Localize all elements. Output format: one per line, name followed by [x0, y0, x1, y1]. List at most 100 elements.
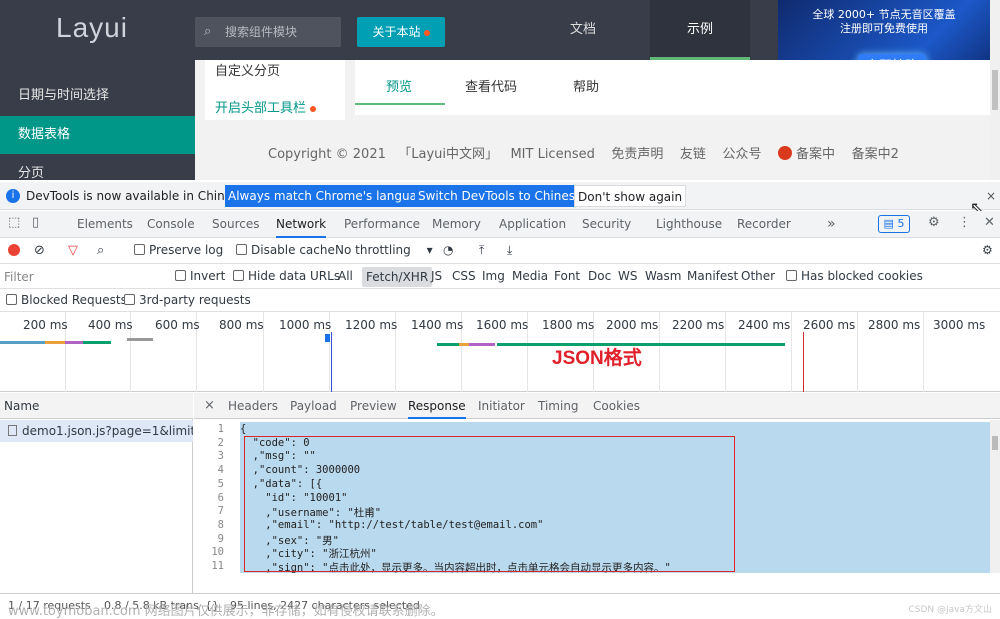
line-number: 2 [218, 437, 224, 449]
filter-type-js[interactable]: JS [431, 269, 442, 283]
filter-type-all[interactable]: All [338, 269, 353, 283]
preserve-log-checkbox[interactable]: Preserve log [134, 243, 223, 257]
filter-type-font[interactable]: Font [554, 269, 580, 283]
device-toggle-icon[interactable]: ▯ [32, 215, 39, 230]
chevron-down-icon: ▾ [427, 243, 433, 257]
network-overview[interactable]: 200 ms 400 ms 600 ms 800 ms 1000 ms 1200… [0, 312, 1000, 392]
filter-type-fetch[interactable]: Fetch/XHR [362, 267, 432, 287]
dont-show-button[interactable]: Don't show again [574, 185, 686, 207]
hide-data-urls-checkbox[interactable]: Hide data URLs [233, 269, 340, 283]
submenu-custom-paging[interactable]: 自定义分页 [215, 60, 280, 79]
filter-type-doc[interactable]: Doc [588, 269, 611, 283]
about-button[interactable]: 关于本站 [357, 17, 445, 47]
filter-type-media[interactable]: Media [512, 269, 548, 283]
filter-input[interactable]: Filter [4, 268, 162, 286]
nav-docs[interactable]: 文档 [540, 0, 626, 60]
footer-icp-2[interactable]: 备案中2 [852, 147, 899, 162]
record-icon[interactable] [8, 244, 20, 256]
footer-links[interactable]: 友链 [680, 147, 706, 162]
name-column-header[interactable]: Name [0, 393, 193, 419]
switch-chinese-button[interactable]: Switch DevTools to Chinese [415, 185, 585, 207]
tab-application[interactable]: Application [499, 211, 566, 238]
sidebar-item-datetime[interactable]: 日期与时间选择 [0, 77, 195, 115]
tab-response[interactable]: Response [408, 393, 466, 419]
tick-label: 2800 ms [868, 318, 920, 332]
issues-badge[interactable]: ▤ 5 [878, 215, 910, 233]
sidebar-item-table[interactable]: 数据表格 [0, 116, 195, 154]
network-settings-icon[interactable]: ⚙ [982, 243, 993, 257]
tab-elements[interactable]: Elements [77, 211, 133, 238]
throttling-select[interactable]: No throttling ▾ [335, 243, 433, 257]
tab-recorder[interactable]: Recorder [737, 211, 791, 238]
watermark-text: www.toymoban.com 网络图片仅供展示，非存储，如有侵权请联系删除。 [8, 600, 444, 619]
scrollbar-thumb[interactable] [992, 436, 998, 450]
submenu-toolbar[interactable]: 开启头部工具栏 [215, 97, 316, 116]
footer-wechat[interactable]: 公众号 [722, 147, 761, 162]
third-party-checkbox[interactable]: 3rd-party requests [124, 293, 251, 307]
footer-disclaimer[interactable]: 免责声明 [611, 147, 663, 162]
filter-icon[interactable]: ▽ [68, 243, 78, 258]
tab-cookies[interactable]: Cookies [593, 393, 640, 419]
response-tabbar: × Headers Payload Preview Response Initi… [194, 393, 1000, 419]
filter-type-css[interactable]: CSS [452, 269, 476, 283]
filter-type-ws[interactable]: WS [618, 269, 637, 283]
blocked-requests-checkbox[interactable]: Blocked Requests [6, 293, 127, 307]
filter-type-other[interactable]: Other [741, 269, 775, 283]
tab-payload[interactable]: Payload [290, 393, 337, 419]
tab-lighthouse[interactable]: Lighthouse [656, 211, 722, 238]
close-panel-icon[interactable]: × [204, 393, 215, 419]
tab-memory[interactable]: Memory [432, 211, 481, 238]
submenu: 自定义分页 开启头部工具栏 [205, 60, 345, 120]
disable-cache-checkbox[interactable]: Disable cache [236, 243, 335, 257]
tick-label: 2000 ms [606, 318, 658, 332]
wifi-icon[interactable]: ◔ [443, 243, 453, 257]
checkbox-icon [134, 244, 145, 255]
search-network-icon[interactable]: ⌕ [97, 243, 104, 258]
blocked-cookies-checkbox[interactable]: Has blocked cookies [786, 269, 923, 283]
code-line: { [240, 423, 246, 435]
file-icon [8, 425, 17, 436]
checkbox-icon [786, 270, 797, 281]
devtools-close-icon[interactable]: ✕ [984, 215, 995, 230]
tab-preview[interactable]: 预览 [386, 76, 412, 95]
settings-gear-icon[interactable]: ⚙ [928, 215, 940, 230]
tab-sources[interactable]: Sources [212, 211, 259, 238]
tab-view-code[interactable]: 查看代码 [465, 76, 517, 95]
tab-performance[interactable]: Performance [344, 211, 420, 238]
site-search-input[interactable]: ⌕ 搜索组件模块 [195, 17, 341, 47]
filter-type-manifest[interactable]: Manifest [687, 269, 738, 283]
upload-icon[interactable]: ⤒ [479, 243, 484, 258]
devtools-tabbar: ⬚ ▯ Elements Console Sources Network Per… [0, 211, 1000, 238]
more-tabs-icon[interactable]: » [827, 211, 836, 238]
page-scrollbar[interactable] [990, 0, 1000, 180]
kebab-menu-icon[interactable]: ⋮ [958, 215, 971, 230]
tab-console[interactable]: Console [147, 211, 195, 238]
ad-line1: 全球 2000+ 节点无音区覆盖 [778, 8, 990, 22]
scrollbar-thumb[interactable] [992, 70, 998, 110]
site-logo[interactable]: Layui [56, 12, 128, 44]
footer-link-layui[interactable]: 「Layui中文网」 [398, 147, 498, 162]
footer-license[interactable]: MIT Licensed [510, 147, 594, 162]
invert-checkbox[interactable]: Invert [175, 269, 225, 283]
clear-icon[interactable]: ⊘ [34, 243, 45, 258]
tab-headers[interactable]: Headers [228, 393, 278, 419]
tab-security[interactable]: Security [582, 211, 631, 238]
filter-type-img[interactable]: Img [482, 269, 505, 283]
nav-examples[interactable]: 示例 [650, 0, 750, 60]
json-annotation: JSON格式 [552, 343, 642, 370]
filter-type-wasm[interactable]: Wasm [645, 269, 681, 283]
download-icon[interactable]: ⤓ [507, 243, 512, 258]
tab-network[interactable]: Network [276, 211, 326, 238]
tab-timing[interactable]: Timing [538, 393, 579, 419]
tick-label: 800 ms [219, 318, 264, 332]
inspect-icon[interactable]: ⬚ [8, 215, 20, 230]
tab-help[interactable]: 帮助 [573, 76, 599, 95]
code-scrollbar[interactable] [990, 420, 1000, 573]
tab-preview-response[interactable]: Preview [350, 393, 397, 419]
close-icon[interactable]: × [986, 182, 996, 210]
sidebar: 日期与时间选择 数据表格 分页 [0, 60, 195, 180]
request-row[interactable]: demo1.json.js?page=1&limit... [0, 420, 193, 442]
match-language-button[interactable]: Always match Chrome's language [225, 185, 435, 207]
footer-icp-1[interactable]: 备案中 [796, 147, 835, 162]
tab-initiator[interactable]: Initiator [478, 393, 525, 419]
